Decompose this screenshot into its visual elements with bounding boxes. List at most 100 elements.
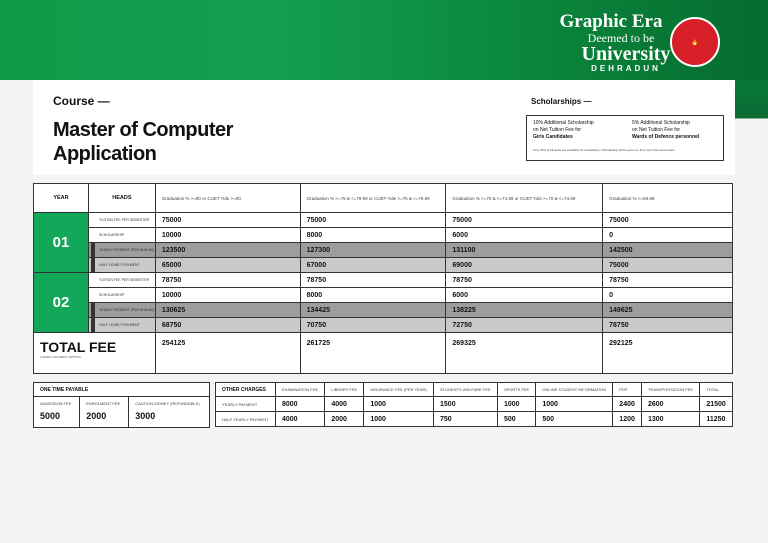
other-value: 500 — [535, 411, 614, 427]
fee-value: 78750 — [602, 317, 733, 333]
one-time-value-row: 5000 2000 3000 — [32, 410, 210, 428]
payment-option-strip — [90, 303, 95, 317]
logo-name: Graphic Era — [559, 11, 663, 32]
scholarships-box: 10% Additional Scholarship on Net Tuition… — [526, 115, 724, 161]
other-value: 4000 — [274, 411, 326, 427]
total-value: 292125 — [602, 332, 733, 374]
one-time-title-row: ONE TIME PAYABLE — [33, 382, 210, 397]
table-row: Yearly Payment (Per Annum) 130625 134425 13… — [34, 302, 733, 318]
scholarship-item: 10% Additional Scholarship on Net Tuition… — [533, 120, 618, 141]
criteria-header: Graduation % >=70 & <=74.99 or CUET %ile… — [445, 183, 604, 213]
fee-value: 69000 — [445, 257, 604, 273]
fee-value: 78750 — [299, 272, 447, 288]
other-header: ONLINE STUDENT INFORMATION — [535, 382, 614, 397]
table-row: Scholarship 10000 8000 6000 0 — [34, 227, 733, 243]
fee-value: 8000 — [299, 227, 447, 243]
other-header: EXAMINATION FEE — [274, 382, 326, 397]
sch-bold: Wards of Defence personnel — [632, 134, 700, 140]
payment-option-strip — [90, 258, 95, 272]
other-row: YEARLY PAYMENT 8000 4000 1000 1500 1000 1000 24… — [215, 396, 733, 412]
fee-value: 10000 — [154, 287, 301, 303]
other-value: 2600 — [640, 396, 701, 412]
other-value: 8000 — [274, 396, 326, 412]
total-value: 261725 — [299, 332, 447, 374]
university-seal-icon: 🔥 — [670, 17, 720, 67]
other-header: SPORTS FEE — [496, 382, 537, 397]
other-value: 1000 — [496, 396, 537, 412]
sch-line: 5% Additional Scholarship — [632, 120, 690, 126]
course-card: Course — Master of Computer Application … — [33, 80, 735, 175]
scholarships-heading: Scholarships — — [531, 97, 592, 106]
one-time-value: 5000 — [32, 410, 81, 428]
head-label: Half Yearly Payment — [98, 262, 140, 267]
other-value: 2000 — [324, 411, 365, 427]
year-header: YEAR — [33, 183, 89, 213]
heads-header: HEADS — [87, 183, 156, 213]
fee-value: 65000 — [154, 257, 301, 273]
head-cell: Half Yearly Payment — [87, 317, 156, 333]
fee-value: 67000 — [299, 257, 447, 273]
other-value: 500 — [496, 411, 537, 427]
fee-value: 6000 — [445, 227, 604, 243]
fee-value: 131100 — [445, 242, 604, 258]
fee-value: 75000 — [154, 212, 301, 228]
criteria-header: Graduation % >=75 & <=79.99 or CUET %ile… — [299, 183, 447, 213]
table-row: Scholarship 10000 8000 6000 0 — [34, 287, 733, 303]
other-row: HALF YEARLY PAYMENT 4000 2000 1000 750 500 500… — [215, 411, 733, 427]
one-time-title: ONE TIME PAYABLE — [33, 382, 210, 397]
fee-value: 149625 — [602, 302, 733, 318]
total-row: TOTAL FEE (YEARLY PAYMENT OPTION) 254125 26… — [33, 332, 733, 374]
one-time-value: 3000 — [128, 410, 210, 428]
criteria-header: Graduation % <=69.99 — [602, 183, 733, 213]
university-logo: Graphic Era Deemed to be University DEHR… — [548, 11, 674, 74]
other-value: 1500 — [433, 396, 498, 412]
head-cell: Scholarship — [87, 287, 156, 303]
sch-line: 10% Additional Scholarship — [533, 120, 594, 126]
other-value: 11250 — [699, 411, 733, 427]
fee-value: 68750 — [154, 317, 301, 333]
other-row-label: YEARLY PAYMENT — [215, 396, 276, 412]
fee-value: 138225 — [445, 302, 604, 318]
other-header: STUDENTS WELFARE FEE — [433, 382, 498, 397]
scholarship-item: 5% Additional Scholarship on Net Tuition … — [632, 120, 717, 141]
logo-city: DEHRADUN — [591, 64, 661, 73]
fee-value: 0 — [602, 227, 733, 243]
other-header: LIBRARY FEE — [324, 382, 365, 397]
one-time-payable-table: ONE TIME PAYABLE ADMISSION FEE ENROLMENT F… — [32, 382, 210, 428]
head-label: Yearly Payment (Per Annum) — [98, 307, 154, 312]
sch-bold: Girls Candidates — [533, 134, 573, 140]
year-cell: 01 — [33, 212, 89, 273]
table-row: Yearly Payment (Per Annum) 123500 127300 13… — [34, 242, 733, 258]
other-value: 1000 — [363, 396, 435, 412]
fee-value: 75000 — [299, 212, 447, 228]
one-time-label: ADMISSION FEE — [32, 396, 81, 411]
other-value: 1200 — [612, 411, 642, 427]
side-band — [735, 80, 768, 175]
table-row: 01 Tuition Fee Per Semester 75000 75000 7500… — [33, 212, 733, 273]
fee-value: 6000 — [445, 287, 604, 303]
one-time-value: 2000 — [79, 410, 130, 428]
fee-value: 75000 — [602, 257, 733, 273]
fee-value: 78750 — [445, 272, 604, 288]
one-time-label: CAUTION MONEY (REFUNDABLE) — [128, 396, 210, 411]
fee-value: 142500 — [602, 242, 733, 258]
other-header: TRANSPORTATION FEE — [640, 382, 701, 397]
head-cell: Yearly Payment (Per Annum) — [87, 302, 156, 318]
head-cell: Tuition Fee Per Semester — [87, 272, 156, 288]
fee-value: 8000 — [299, 287, 447, 303]
table-row: Half Yearly Payment 68750 70750 72750 78750 — [34, 317, 733, 333]
head-label: Yearly Payment (Per Annum) — [98, 247, 154, 252]
fee-value: 130625 — [154, 302, 301, 318]
head-cell: Scholarship — [87, 227, 156, 243]
payment-option-strip — [90, 243, 95, 257]
fee-value: 75000 — [445, 212, 604, 228]
logo-university: University — [581, 43, 671, 65]
fee-value: 134425 — [299, 302, 447, 318]
criteria-header: Graduation % >=80 or CUET %ile >=80 — [154, 183, 301, 213]
other-header: TOTAL — [699, 382, 733, 397]
fee-value: 72750 — [445, 317, 604, 333]
fee-value: 127300 — [299, 242, 447, 258]
table-row: Half Yearly Payment 65000 67000 69000 75000 — [34, 257, 733, 273]
fee-value: 10000 — [154, 227, 301, 243]
total-value: 269325 — [445, 332, 604, 374]
